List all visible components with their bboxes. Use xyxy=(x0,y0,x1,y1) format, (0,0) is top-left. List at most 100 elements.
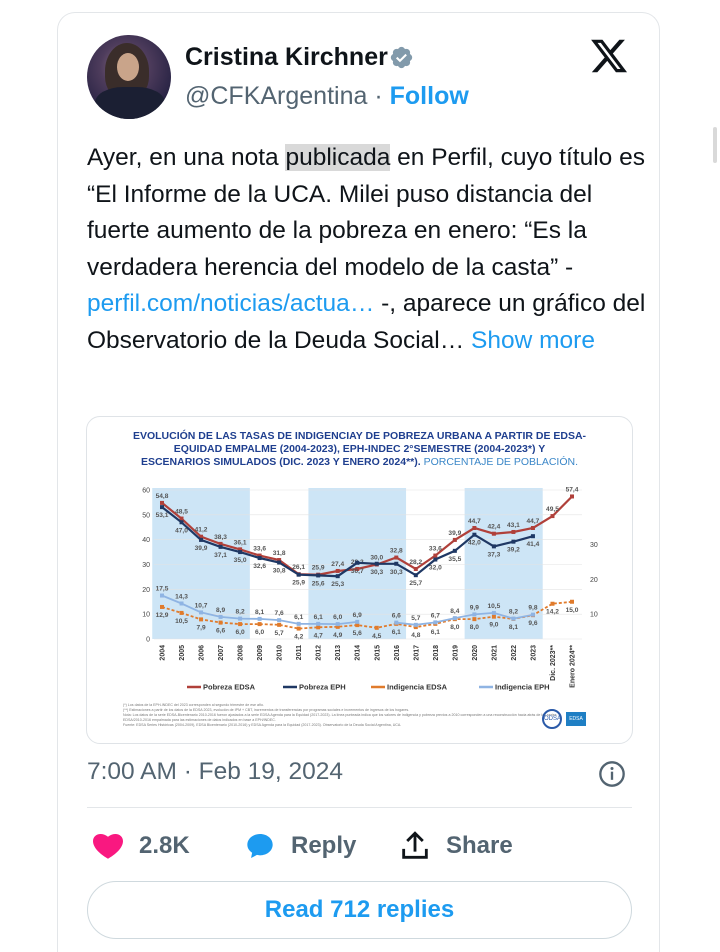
poverty-chart: 0 10 20 30 40 50 60 10 20 30 2004 2005 2006 2007 2008 2… xyxy=(142,486,598,692)
divider xyxy=(87,807,632,808)
x-tick-label: 2023 xyxy=(530,645,537,661)
data-label: 8,1 xyxy=(509,624,518,631)
data-point xyxy=(394,561,399,566)
avatar[interactable] xyxy=(87,35,171,119)
data-label: 6,1 xyxy=(314,614,323,621)
data-label: 14,3 xyxy=(175,593,188,600)
data-point xyxy=(511,529,516,534)
data-point xyxy=(530,525,535,530)
follow-button[interactable]: Follow xyxy=(390,82,469,110)
data-label: 9,6 xyxy=(528,620,537,627)
x-tick-label: 2004 xyxy=(160,645,167,661)
user-name[interactable]: Cristina Kirchner xyxy=(185,43,388,72)
data-point xyxy=(335,574,340,579)
x-logo-icon[interactable] xyxy=(588,36,630,76)
data-point xyxy=(160,505,164,510)
y-tick-label: 50 xyxy=(142,512,150,519)
data-point xyxy=(433,557,438,562)
data-point xyxy=(530,612,535,617)
data-label: 42,4 xyxy=(487,524,500,531)
y-right-tick-label: 30 xyxy=(590,542,598,549)
y-right-tick-label: 10 xyxy=(590,612,598,619)
reply-button[interactable]: Reply xyxy=(243,828,356,864)
data-label: 25,7 xyxy=(409,580,422,587)
data-label: 6,6 xyxy=(392,613,401,620)
data-label: 30,0 xyxy=(370,555,383,562)
data-label: 32,8 xyxy=(390,548,403,555)
x-tick-label: Dic. 2023** xyxy=(550,645,557,681)
data-label: 53,1 xyxy=(156,512,169,519)
data-label: 9,0 xyxy=(489,622,498,629)
data-label: 43,1 xyxy=(507,522,520,529)
data-label: 8,4 xyxy=(450,608,459,615)
y-tick-label: 30 xyxy=(142,562,150,569)
data-label: 14,2 xyxy=(546,609,559,616)
data-label: 7,9 xyxy=(196,624,205,631)
data-point xyxy=(570,599,574,604)
data-label: 17,5 xyxy=(156,586,169,593)
data-label: 30,8 xyxy=(273,568,286,575)
data-point xyxy=(413,566,418,571)
data-label: 27,4 xyxy=(331,561,344,568)
data-point xyxy=(218,614,223,619)
data-point xyxy=(530,534,535,539)
data-label: 8,2 xyxy=(236,609,245,616)
tweet-link[interactable]: perfil.com/noticias/actua… xyxy=(87,290,374,317)
data-label: 33,6 xyxy=(253,546,266,553)
legend-label: Pobreza EPH xyxy=(299,683,346,692)
x-tick-label: 2018 xyxy=(433,645,440,661)
data-point xyxy=(452,537,457,542)
tweet-timestamp[interactable]: 7:00 AM · Feb 19, 2024 xyxy=(87,758,343,786)
y-tick-label: 40 xyxy=(142,537,150,544)
info-icon[interactable] xyxy=(598,760,626,788)
data-label: 6,0 xyxy=(236,629,245,636)
data-point xyxy=(199,537,204,542)
data-label: 33,6 xyxy=(429,546,442,553)
data-point xyxy=(374,561,379,566)
user-handle[interactable]: @CFKArgentina xyxy=(185,82,367,110)
data-point xyxy=(570,494,574,499)
data-point xyxy=(413,622,418,627)
data-point xyxy=(374,625,379,630)
like-button[interactable]: 2.8K xyxy=(91,828,190,864)
data-label: 35,0 xyxy=(234,557,247,564)
data-label: 31,8 xyxy=(273,550,286,557)
data-point xyxy=(296,572,301,577)
x-tick-label: 2019 xyxy=(452,645,459,661)
share-button[interactable]: Share xyxy=(398,828,513,864)
chart-note: Fuente: EDSA Series Históricas (2004-200… xyxy=(123,723,402,727)
data-label: 6,9 xyxy=(353,612,362,619)
data-label: 28,2 xyxy=(409,559,422,566)
data-label: 36,1 xyxy=(234,539,247,546)
data-point xyxy=(472,617,477,622)
data-point xyxy=(179,610,184,615)
data-point xyxy=(179,601,184,606)
data-label: 30,3 xyxy=(370,569,383,576)
data-point xyxy=(277,618,282,623)
y-right-tick-label: 20 xyxy=(590,577,598,584)
x-tick-label: 2013 xyxy=(335,645,342,661)
data-point xyxy=(296,626,301,631)
data-point xyxy=(355,619,360,624)
data-label: 57,4 xyxy=(566,486,579,493)
data-point xyxy=(238,616,243,621)
show-more-link[interactable]: Show more xyxy=(471,327,595,354)
data-label: 6,0 xyxy=(255,629,264,636)
chart-image[interactable]: EVOLUCIÓN DE LAS TASAS DE INDIGENCIAY DE… xyxy=(86,416,633,744)
data-label: 49,5 xyxy=(546,506,559,513)
x-tick-label: 2009 xyxy=(257,645,264,661)
data-label: 10,7 xyxy=(195,602,208,609)
read-replies-button[interactable]: Read 712 replies xyxy=(87,881,632,939)
reply-bubble-icon xyxy=(247,834,273,858)
data-point xyxy=(335,568,340,573)
data-label: 7,6 xyxy=(275,610,284,617)
verified-badge-icon xyxy=(390,46,413,69)
heart-icon xyxy=(93,833,123,859)
data-label: 32,6 xyxy=(253,563,266,570)
y-tick-label: 10 xyxy=(142,612,150,619)
data-label: 5,7 xyxy=(275,630,284,637)
data-label: 4,9 xyxy=(333,632,342,639)
data-label: 8,9 xyxy=(216,607,225,614)
data-label: 5,7 xyxy=(411,615,420,622)
data-label: 47,0 xyxy=(175,527,188,534)
